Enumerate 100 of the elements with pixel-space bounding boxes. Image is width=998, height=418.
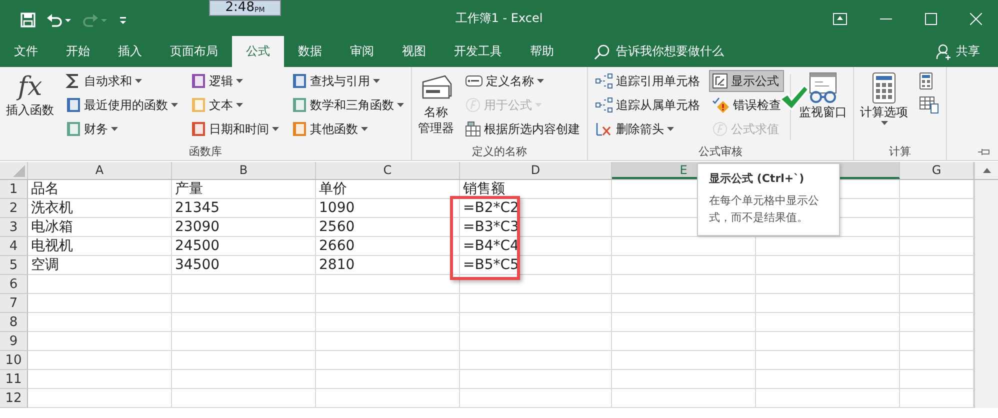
caret-icon [373, 79, 380, 83]
column-header[interactable]: A [28, 162, 172, 179]
sheet-calculator-icon [919, 96, 939, 114]
table-cell: 2560 [319, 218, 355, 237]
row-header[interactable]: 2 [0, 199, 28, 218]
ribbon-button[interactable]: 追踪引用单元格 [592, 70, 703, 92]
table-cell: 21345 [175, 199, 220, 218]
ribbon-button[interactable]: 数学和三角函数 [288, 94, 407, 116]
ribbon-large-button[interactable]: 计算选项 [858, 70, 910, 144]
row-header[interactable]: 10 [0, 351, 28, 370]
row-header[interactable]: 9 [0, 332, 28, 351]
caret-icon [361, 127, 368, 131]
share-button[interactable]: 共享 [930, 36, 986, 67]
ribbon-button[interactable]: 删除箭头 [592, 118, 703, 140]
ribbon-button[interactable]: 查找与引用 [288, 70, 407, 92]
table-cell: =B2*C2 [463, 199, 519, 218]
tooltip-text: 在每个单元格中显示公式，而不是结果值。 [709, 193, 820, 226]
formula-icon [712, 121, 728, 137]
ribbon-tab[interactable]: 帮助 [516, 36, 568, 67]
row-header[interactable]: 11 [0, 370, 28, 389]
row-header[interactable]: 5 [0, 256, 28, 275]
sum-icon [65, 73, 81, 89]
window-title: 工作簿1 - Excel [455, 10, 543, 27]
scroll-up-icon[interactable] [982, 168, 990, 173]
caret-icon [880, 121, 888, 125]
group-label: 计算 [888, 144, 912, 160]
row-header[interactable]: 4 [0, 237, 28, 256]
ribbon-button[interactable]: 追踪从属单元格 [592, 94, 703, 116]
ribbon-button[interactable]: 定义名称 [462, 70, 583, 92]
row-header[interactable]: 8 [0, 313, 28, 332]
pin-icon[interactable] [978, 148, 990, 156]
calculator-icon [919, 72, 933, 90]
show-formulas-icon [712, 73, 728, 89]
table-cell: 单价 [319, 180, 347, 199]
undo-icon[interactable] [46, 12, 72, 28]
caret-icon [397, 103, 404, 107]
ribbon-large-button[interactable]: 名称 管理器 [416, 70, 456, 144]
table-cell: 销售额 [463, 180, 505, 199]
trace-arrows-icon [595, 73, 613, 89]
caret-icon [111, 127, 118, 131]
group-label: 定义的名称 [471, 144, 528, 160]
caret-icon [236, 79, 243, 83]
ribbon-tab[interactable]: 文件 [0, 36, 52, 67]
group-label: 公式审核 [698, 144, 744, 160]
ribbon-button[interactable]: 文本 [187, 94, 282, 116]
close-icon[interactable] [970, 13, 982, 25]
caret-icon [171, 103, 178, 107]
table-cell: =B3*C3 [463, 218, 519, 237]
ribbon-button[interactable]: 日期和时间 [187, 118, 282, 140]
ribbon-tab[interactable]: 开发工具 [440, 36, 516, 67]
table-cell: 空调 [31, 256, 59, 275]
ribbon-button[interactable]: 逻辑 [187, 70, 282, 92]
ribbon-tab[interactable]: 数据 [284, 36, 336, 67]
column-header[interactable]: C [316, 162, 460, 179]
group-label: 函数库 [188, 144, 223, 160]
table-cell: 电冰箱 [31, 218, 73, 237]
table-cell: 1090 [319, 199, 355, 218]
table-cell: 23090 [175, 218, 220, 237]
table-cell: 2660 [319, 237, 355, 256]
ribbon-button[interactable]: 自动求和 [62, 70, 181, 92]
ribbon-tab[interactable]: 公式 [232, 36, 284, 67]
row-header[interactable]: 3 [0, 218, 28, 237]
ribbon-tab[interactable]: 视图 [388, 36, 440, 67]
caret-icon [667, 127, 674, 131]
watch-window-icon [807, 72, 839, 104]
remove-arrows-icon [595, 121, 613, 137]
function-icon: fx [18, 72, 42, 102]
ribbon-large-button[interactable]: fx 插入函数 [4, 70, 56, 144]
ribbon-button[interactable]: 错误检查 [709, 94, 784, 116]
table-cell: 24500 [175, 237, 220, 256]
row-header[interactable]: 12 [0, 389, 28, 408]
save-icon[interactable] [20, 12, 36, 28]
ribbon-button[interactable]: 其他函数 [288, 118, 407, 140]
table-cell: 品名 [31, 180, 59, 199]
ribbon-button[interactable]: 根据所选内容创建 [462, 118, 583, 140]
scroll-bar[interactable] [974, 180, 998, 408]
row-header[interactable]: 1 [0, 180, 28, 199]
person-icon [936, 44, 952, 60]
tell-me-field[interactable]: 告诉我你想要做什么 [594, 36, 724, 67]
column-header[interactable]: B [172, 162, 316, 179]
formula-icon [465, 97, 481, 113]
table-icon [465, 121, 481, 137]
ribbon-button[interactable]: 财务 [62, 118, 181, 140]
row-header[interactable]: 6 [0, 275, 28, 294]
trace-arrows-icon [595, 97, 613, 113]
ribbon-button[interactable]: 显示公式 [709, 70, 784, 92]
maximize-icon[interactable] [925, 13, 937, 25]
ribbon-tab[interactable]: 审阅 [336, 36, 388, 67]
ribbon-display-icon[interactable] [833, 13, 847, 25]
row-header[interactable]: 7 [0, 294, 28, 313]
ribbon-tab[interactable]: 开始 [52, 36, 104, 67]
ribbon-tab[interactable]: 插入 [104, 36, 156, 67]
error-check-icon [712, 97, 730, 113]
table-cell: 洗衣机 [31, 199, 73, 218]
table-cell: 产量 [175, 180, 203, 199]
caret-icon [272, 127, 279, 131]
ribbon-tab[interactable]: 页面布局 [156, 36, 232, 67]
tag-icon [465, 73, 483, 89]
ribbon-button[interactable]: 最近使用的函数 [62, 94, 181, 116]
table-cell: 34500 [175, 256, 220, 275]
